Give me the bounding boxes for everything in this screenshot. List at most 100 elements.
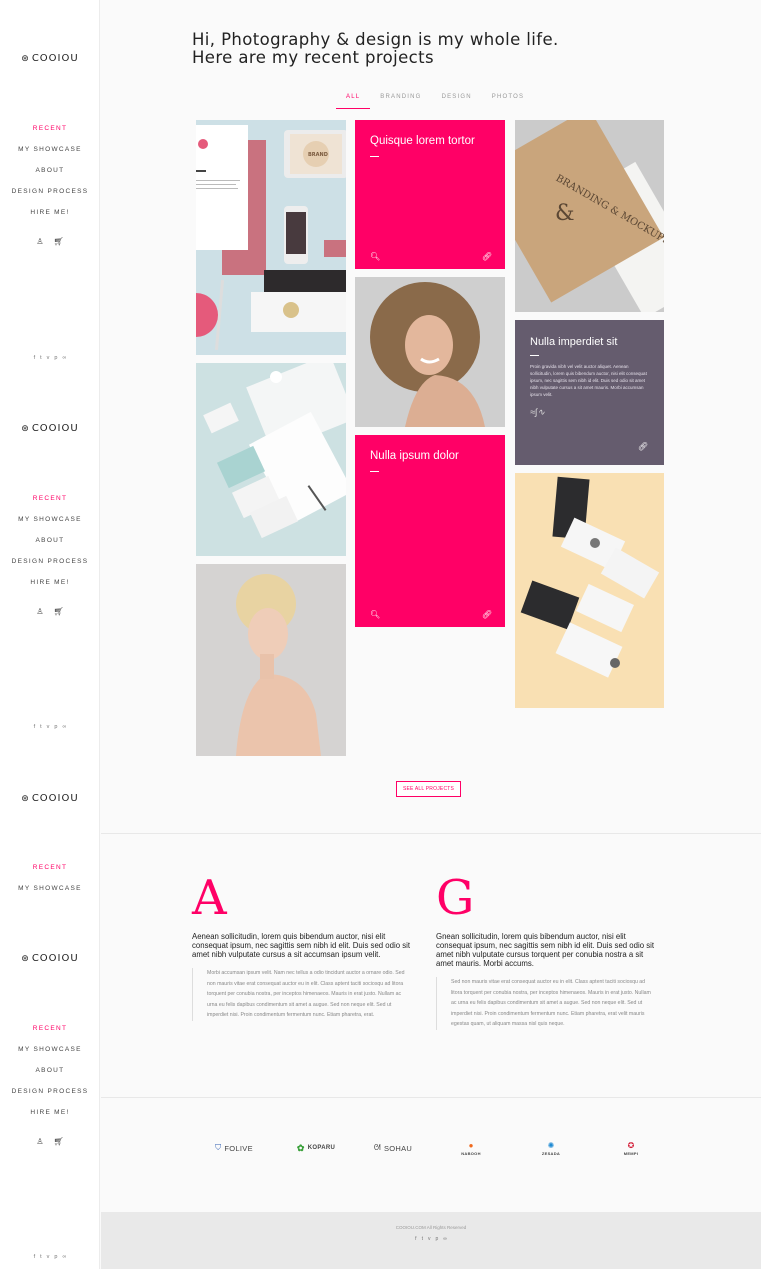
project-card-quisque[interactable]: Quisque lorem tortor 🔍︎ 🔗︎ xyxy=(355,120,505,269)
blonde-portrait-image[interactable] xyxy=(196,564,346,756)
menu-item-about[interactable]: ABOUT xyxy=(0,1060,100,1081)
user-icon[interactable]: ♙ xyxy=(36,1137,43,1146)
twitter-icon[interactable]: t xyxy=(422,1236,423,1242)
see-all-projects-button[interactable]: SEE ALL PROJECTS xyxy=(396,781,461,797)
client-logo-zesada[interactable]: ✺ ZESADA xyxy=(531,1136,571,1160)
logo[interactable]: ⊛ COOIOU xyxy=(0,53,100,64)
menu-item-recent[interactable]: RECENT xyxy=(0,488,100,509)
logo-text: COOIOU xyxy=(31,793,79,804)
filter-branding[interactable]: BRANDING xyxy=(370,92,431,109)
twitter-icon[interactable]: t xyxy=(40,355,42,361)
business-cards-mockup-image[interactable] xyxy=(196,363,346,556)
cart-icon[interactable]: 🛒︎ xyxy=(54,237,64,246)
cart-icon[interactable]: 🛒︎ xyxy=(54,607,64,616)
flickr-icon[interactable]: ∞ xyxy=(62,724,66,730)
title-divider xyxy=(530,355,539,356)
filter-photos[interactable]: PHOTOS xyxy=(482,92,534,109)
stationery-mockup-image[interactable]: BRAND xyxy=(196,120,346,355)
sidebar-account-icons-2: ♙ 🛒︎ xyxy=(0,607,100,616)
logo[interactable]: ⊛ COOIOU xyxy=(0,423,100,434)
menu-item-hire-me[interactable]: HIRE ME! xyxy=(0,572,100,593)
link-icon[interactable]: 🔗︎ xyxy=(638,442,648,451)
floating-cards-mockup-image[interactable] xyxy=(515,473,664,708)
facebook-icon[interactable]: f xyxy=(34,724,36,730)
facebook-icon[interactable]: f xyxy=(34,1254,36,1260)
search-icon[interactable]: 🔍︎ xyxy=(370,610,380,619)
pinterest-icon[interactable]: p xyxy=(54,355,57,361)
facebook-icon[interactable]: f xyxy=(415,1236,416,1242)
footer: COOIOU.COM All Rights Reserved f t v p ∞ xyxy=(101,1212,761,1269)
client-logos: ⛉ FOLIVE ✿ KOPARU ᘛ SOHAU ● NABOOH ✺ ZES… xyxy=(196,1136,656,1160)
pinterest-icon[interactable]: p xyxy=(54,724,57,730)
section-divider xyxy=(101,833,761,834)
client-logo-koparu[interactable]: ✿ KOPARU xyxy=(291,1136,341,1160)
kraft-card-illustration: BRANDING & MOCKUPS & xyxy=(515,120,664,312)
sidebar-menu: RECENT MY SHOWCASE ABOUT DESIGN PROCESS … xyxy=(0,118,100,223)
logo[interactable]: ⊛ COOIOU xyxy=(0,953,100,964)
client-logo-nabooh[interactable]: ● NABOOH xyxy=(451,1136,491,1160)
title-divider xyxy=(370,156,379,157)
sphere-logo-icon: ⊛ xyxy=(21,53,30,64)
floating-cards-illustration xyxy=(515,473,664,708)
section-divider xyxy=(101,1097,761,1098)
vimeo-icon[interactable]: v xyxy=(47,1254,50,1260)
project-card-title: Nulla imperdiet sit xyxy=(530,336,618,348)
menu-item-about[interactable]: ABOUT xyxy=(0,530,100,551)
menu-item-recent[interactable]: RECENT xyxy=(0,118,100,139)
user-icon[interactable]: ♙ xyxy=(36,237,43,246)
menu-item-recent[interactable]: RECENT xyxy=(0,1018,100,1039)
sidebar-account-icons-4: ♙ 🛒︎ xyxy=(0,1137,100,1146)
vimeo-icon[interactable]: v xyxy=(428,1236,431,1242)
menu-item-hire-me[interactable]: HIRE ME! xyxy=(0,202,100,223)
folive-shield-icon: ⛉ xyxy=(215,1143,222,1152)
sidebar-logo[interactable]: ⊛ COOIOU xyxy=(0,53,100,64)
menu-item-my-showcase[interactable]: MY SHOWCASE xyxy=(0,139,100,160)
menu-item-design-process[interactable]: DESIGN PROCESS xyxy=(0,181,100,202)
cart-icon[interactable]: 🛒︎ xyxy=(54,1137,64,1146)
menu-item-recent[interactable]: RECENT xyxy=(0,857,100,878)
vimeo-icon[interactable]: v xyxy=(47,355,50,361)
link-icon[interactable]: 🔗︎ xyxy=(482,610,492,619)
sphere-logo-icon: ⊛ xyxy=(21,953,30,964)
project-card-text: Proin gravida nibh vel velit auctor aliq… xyxy=(530,364,647,397)
sidebar-logo-3[interactable]: ⊛ COOIOU xyxy=(0,793,100,804)
flickr-icon[interactable]: ∞ xyxy=(443,1236,447,1242)
user-icon[interactable]: ♙ xyxy=(36,607,43,616)
vimeo-icon[interactable]: v xyxy=(47,724,50,730)
koparu-flower-icon: ✿ xyxy=(296,1142,305,1153)
client-logo-name: MEMPI xyxy=(623,1150,639,1156)
sidebar-logo-4[interactable]: ⊛ COOIOU xyxy=(0,953,100,964)
twitter-icon[interactable]: t xyxy=(40,1254,42,1260)
project-card-nulla-ipsum[interactable]: Nulla ipsum dolor 🔍︎ 🔗︎ xyxy=(355,435,505,627)
flickr-icon[interactable]: ∞ xyxy=(62,355,66,361)
search-icon[interactable]: 🔍︎ xyxy=(370,252,380,261)
filter-all[interactable]: ALL xyxy=(336,92,371,109)
client-logo-sohau[interactable]: ᘛ SOHAU xyxy=(368,1136,418,1160)
project-card-nulla-imperdiet[interactable]: Nulla imperdiet sit Proin gravida nibh v… xyxy=(515,320,664,465)
menu-item-about[interactable]: ABOUT xyxy=(0,160,100,181)
link-icon[interactable]: 🔗︎ xyxy=(482,252,492,261)
logo-text: COOIOU xyxy=(31,423,79,434)
menu-item-my-showcase[interactable]: MY SHOWCASE xyxy=(0,878,100,899)
curly-hair-portrait-image[interactable] xyxy=(355,277,505,427)
menu-item-design-process[interactable]: DESIGN PROCESS xyxy=(0,551,100,572)
client-logo-folive[interactable]: ⛉ FOLIVE xyxy=(209,1136,259,1160)
sidebar-logo-2[interactable]: ⊛ COOIOU xyxy=(0,423,100,434)
footer-socials: f t v p ∞ xyxy=(101,1236,761,1242)
menu-item-hire-me[interactable]: HIRE ME! xyxy=(0,1102,100,1123)
menu-item-design-process[interactable]: DESIGN PROCESS xyxy=(0,1081,100,1102)
sidebar-socials-4: f t v p ∞ xyxy=(0,1254,100,1260)
facebook-icon[interactable]: f xyxy=(34,355,36,361)
logo[interactable]: ⊛ COOIOU xyxy=(0,793,100,804)
project-card-title: Quisque lorem tortor xyxy=(370,135,475,147)
client-logo-mempi[interactable]: ✪ MEMPI xyxy=(611,1136,651,1160)
menu-item-my-showcase[interactable]: MY SHOWCASE xyxy=(0,509,100,530)
flickr-icon[interactable]: ∞ xyxy=(62,1254,66,1260)
pinterest-icon[interactable]: p xyxy=(54,1254,57,1260)
twitter-icon[interactable]: t xyxy=(40,724,42,730)
about-column-left: A Aenean sollicitudin, lorem quis bibend… xyxy=(192,870,410,1021)
branding-mockups-image[interactable]: BRANDING & MOCKUPS & xyxy=(515,120,664,312)
pinterest-icon[interactable]: p xyxy=(435,1236,438,1242)
filter-design[interactable]: DESIGN xyxy=(432,92,482,109)
menu-item-my-showcase[interactable]: MY SHOWCASE xyxy=(0,1039,100,1060)
